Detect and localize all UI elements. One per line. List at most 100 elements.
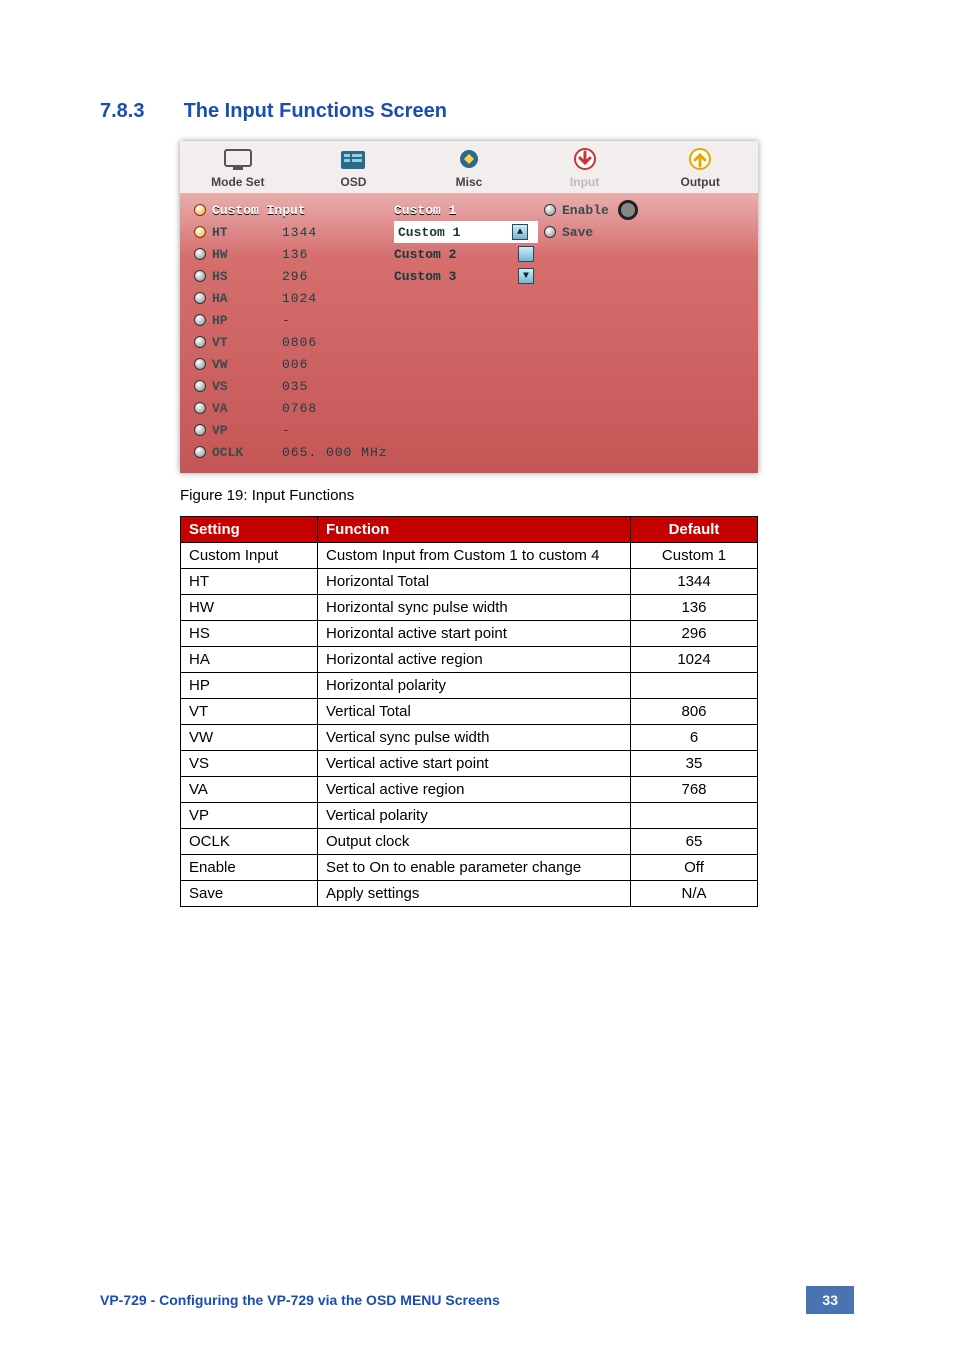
tab-misc[interactable]: Misc xyxy=(411,141,527,193)
table-row: OCLKOutput clock65 xyxy=(181,829,758,855)
radio-icon xyxy=(194,292,206,304)
input-arrow-icon xyxy=(568,147,602,173)
param-value: 0806 xyxy=(282,335,317,350)
param-value: 296 xyxy=(282,269,308,284)
param-value: 1024 xyxy=(282,291,317,306)
save-row[interactable]: Save xyxy=(544,221,704,243)
param-row-hs[interactable]: HS296 xyxy=(194,265,394,287)
cell-setting: HA xyxy=(181,647,318,673)
param-key: VT xyxy=(212,335,260,350)
custom-input-header[interactable]: Custom Input xyxy=(194,199,394,221)
tab-label: Misc xyxy=(456,175,483,189)
param-value: - xyxy=(282,423,291,438)
tab-label: Mode Set xyxy=(211,175,264,189)
osd-tab-bar: Mode Set OSD Misc Input Output xyxy=(180,141,758,193)
enable-row[interactable]: Enable xyxy=(544,199,704,221)
blank-arrow-icon xyxy=(518,246,534,262)
param-row-ht[interactable]: HT1344 xyxy=(194,221,394,243)
settings-table: Setting Function Default Custom InputCus… xyxy=(180,516,758,907)
radio-icon xyxy=(194,226,206,238)
cell-function: Vertical Total xyxy=(318,699,631,725)
tab-osd[interactable]: OSD xyxy=(296,141,412,193)
table-row: VTVertical Total806 xyxy=(181,699,758,725)
list-icon xyxy=(336,147,370,173)
param-key: HA xyxy=(212,291,260,306)
param-row-oclk[interactable]: OCLK065. 000 MHz xyxy=(194,441,394,463)
toggle-indicator-icon xyxy=(618,200,638,220)
table-header-row: Setting Function Default xyxy=(181,517,758,543)
cell-function: Vertical polarity xyxy=(318,803,631,829)
custom-option[interactable]: Custom 2 xyxy=(394,243,544,265)
custom-input-label: Custom Input xyxy=(212,203,306,218)
param-value: 006 xyxy=(282,357,308,372)
cell-setting: HP xyxy=(181,673,318,699)
radio-icon xyxy=(194,248,206,260)
col-setting: Setting xyxy=(181,517,318,543)
cell-function: Output clock xyxy=(318,829,631,855)
up-arrow-icon[interactable]: ▲ xyxy=(512,224,528,240)
custom-column: Custom 1 Custom 1 ▲ Custom 2 Custom 3▼ xyxy=(394,199,544,463)
tab-input[interactable]: Input xyxy=(527,141,643,193)
custom-header: Custom 1 xyxy=(394,199,544,221)
cell-setting: HS xyxy=(181,621,318,647)
radio-icon xyxy=(194,358,206,370)
param-row-va[interactable]: VA0768 xyxy=(194,397,394,419)
param-key: VP xyxy=(212,423,260,438)
param-row-vt[interactable]: VT 0806 xyxy=(194,331,394,353)
monitor-icon xyxy=(221,147,255,173)
cell-default xyxy=(631,803,758,829)
cell-default: 768 xyxy=(631,777,758,803)
cell-setting: VP xyxy=(181,803,318,829)
custom-option-label: Custom 1 xyxy=(398,225,460,240)
table-row: HPHorizontal polarity xyxy=(181,673,758,699)
param-row-vp[interactable]: VP - xyxy=(194,419,394,441)
down-arrow-icon[interactable]: ▼ xyxy=(518,268,534,284)
param-value: 0768 xyxy=(282,401,317,416)
tab-label: Output xyxy=(681,175,720,189)
figure-caption: Figure 19: Input Functions xyxy=(180,487,854,504)
page-number: 33 xyxy=(806,1286,854,1314)
param-key: VW xyxy=(212,357,260,372)
cell-function: Horizontal Total xyxy=(318,569,631,595)
radio-icon xyxy=(194,270,206,282)
param-row-hp[interactable]: HP - xyxy=(194,309,394,331)
cell-default: 1344 xyxy=(631,569,758,595)
tab-mode-set[interactable]: Mode Set xyxy=(180,141,296,193)
col-function: Function xyxy=(318,517,631,543)
tab-label: OSD xyxy=(340,175,366,189)
cell-function: Horizontal sync pulse width xyxy=(318,595,631,621)
param-value: 1344 xyxy=(282,225,317,240)
output-arrow-icon xyxy=(683,147,717,173)
custom-option[interactable]: Custom 1 ▲ xyxy=(394,221,538,243)
cell-function: Horizontal active start point xyxy=(318,621,631,647)
cell-function: Apply settings xyxy=(318,881,631,907)
param-value: 065. 000 MHz xyxy=(282,445,388,460)
radio-icon xyxy=(194,204,206,216)
table-row: HSHorizontal active start point296 xyxy=(181,621,758,647)
param-row-vs[interactable]: VS035 xyxy=(194,375,394,397)
cell-default: 65 xyxy=(631,829,758,855)
cell-default: 296 xyxy=(631,621,758,647)
param-value: - xyxy=(282,313,291,328)
tab-output[interactable]: Output xyxy=(642,141,758,193)
radio-icon xyxy=(544,226,556,238)
table-row: VWVertical sync pulse width6 xyxy=(181,725,758,751)
cell-function: Horizontal polarity xyxy=(318,673,631,699)
param-key: HP xyxy=(212,313,260,328)
section-number: 7.8.3 xyxy=(100,100,178,123)
param-row-hw[interactable]: HW136 xyxy=(194,243,394,265)
table-row: HTHorizontal Total1344 xyxy=(181,569,758,595)
radio-icon xyxy=(194,446,206,458)
param-row-vw[interactable]: VW 006 xyxy=(194,353,394,375)
cell-setting: OCLK xyxy=(181,829,318,855)
table-row: VPVertical polarity xyxy=(181,803,758,829)
radio-icon xyxy=(194,380,206,392)
cell-function: Custom Input from Custom 1 to custom 4 xyxy=(318,543,631,569)
param-row-ha[interactable]: HA 1024 xyxy=(194,287,394,309)
cell-function: Set to On to enable parameter change xyxy=(318,855,631,881)
cell-default: 136 xyxy=(631,595,758,621)
custom-header-label: Custom 1 xyxy=(394,203,456,218)
custom-option[interactable]: Custom 3▼ xyxy=(394,265,544,287)
table-row: EnableSet to On to enable parameter chan… xyxy=(181,855,758,881)
section-title: The Input Functions Screen xyxy=(184,100,447,122)
